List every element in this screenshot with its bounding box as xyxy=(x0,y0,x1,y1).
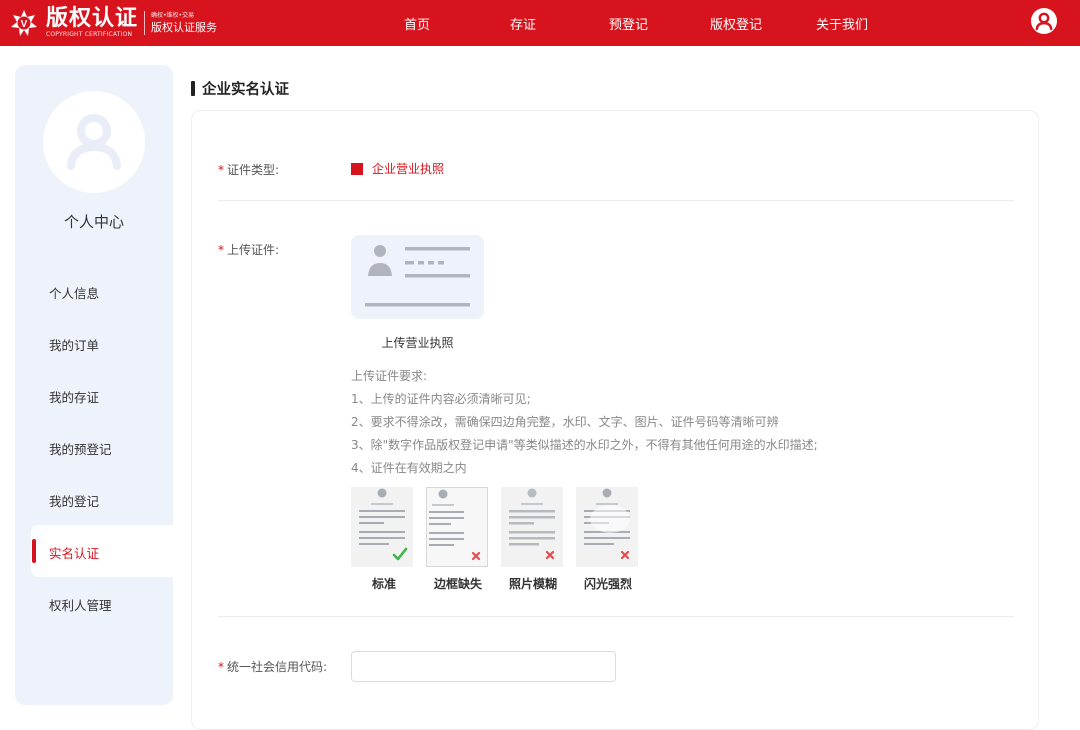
top-navbar: V 版权认证 COPYRIGHT CERTIFICATION 确权•维权•交易 … xyxy=(0,0,1080,46)
nav-evidence[interactable]: 存证 xyxy=(510,14,536,33)
cert-type-label: * 证件类型: xyxy=(218,163,280,177)
requirement-item: 1、上传的证件内容必须清晰可见; xyxy=(351,392,531,406)
sidebar-item-real-name-auth[interactable]: 实名认证 xyxy=(49,543,99,562)
credit-code-input[interactable] xyxy=(351,651,616,682)
sidebar-item-evidence[interactable]: 我的存证 xyxy=(49,387,99,406)
sidebar-active-indicator xyxy=(32,539,36,563)
upload-license-label: 上传营业执照 xyxy=(381,336,454,350)
logo[interactable]: V 版权认证 COPYRIGHT CERTIFICATION 确权•维权•交易 … xyxy=(10,6,217,40)
sidebar-item-registration[interactable]: 我的登记 xyxy=(49,491,99,510)
sidebar-item-pre-registration[interactable]: 我的预登记 xyxy=(49,439,112,458)
sample-label: 照片模糊 xyxy=(509,577,558,591)
id-card-placeholder-icon xyxy=(365,245,470,307)
page-title: 企业实名认证 xyxy=(202,82,289,98)
logo-tagline: 确权•维权•交易 xyxy=(151,12,195,19)
sample-label: 闪光强烈 xyxy=(584,577,633,591)
heading-marker xyxy=(191,81,195,96)
sidebar: 个人中心 个人信息 我的订单 我的存证 我的预登记 我的登记 实名认证 权利人管… xyxy=(15,65,173,705)
nav-pre-registration[interactable]: 预登记 xyxy=(609,14,648,33)
requirements-title: 上传证件要求: xyxy=(351,369,428,383)
sample-missing-border-icon xyxy=(426,487,488,567)
sample-blurry-icon xyxy=(501,487,563,567)
credit-code-label: * 统一社会信用代码: xyxy=(218,660,328,674)
divider xyxy=(218,200,1014,201)
sidebar-item-rights-holders[interactable]: 权利人管理 xyxy=(49,595,112,614)
required-mark: * xyxy=(218,660,224,674)
upload-license-button[interactable] xyxy=(351,235,484,319)
selected-square-icon xyxy=(351,162,363,175)
logo-mark-icon: V xyxy=(10,9,38,37)
sample-standard-icon xyxy=(351,487,413,567)
divider xyxy=(218,616,1014,617)
logo-divider xyxy=(144,11,146,35)
nav-home[interactable]: 首页 xyxy=(404,14,430,33)
required-mark: * xyxy=(218,163,224,177)
user-avatar-icon[interactable] xyxy=(1031,8,1057,34)
cert-type-option[interactable]: 企业营业执照 xyxy=(351,160,444,177)
logo-title: 版权认证 xyxy=(46,5,139,31)
sample-label: 边框缺失 xyxy=(434,577,483,591)
upload-label: * 上传证件: xyxy=(218,243,280,257)
profile-avatar-icon xyxy=(43,91,145,193)
logo-subtitle-en: COPYRIGHT CERTIFICATION xyxy=(46,30,133,38)
sidebar-title: 个人中心 xyxy=(63,213,124,231)
sample-strong-flash-icon xyxy=(576,487,638,567)
sidebar-item-orders[interactable]: 我的订单 xyxy=(49,335,99,354)
required-mark: * xyxy=(218,243,224,257)
svg-text:V: V xyxy=(21,19,28,30)
requirement-item: 3、除"数字作品版权登记申请"等类似描述的水印之外，不得有其他任何用途的水印描述… xyxy=(351,438,818,452)
nav-about-us[interactable]: 关于我们 xyxy=(816,14,868,33)
cert-type-value: 企业营业执照 xyxy=(372,162,445,176)
sidebar-item-personal-info[interactable]: 个人信息 xyxy=(49,283,99,302)
nav-copyright-registration[interactable]: 版权登记 xyxy=(710,14,762,33)
sample-label: 标准 xyxy=(372,577,397,591)
logo-service-name: 版权认证服务 xyxy=(151,21,218,34)
section-heading: 企业实名认证 xyxy=(191,78,289,99)
requirement-item: 2、要求不得涂改，需确保四边角完整，水印、文字、图片、证件号码等清晰可辨 xyxy=(351,415,779,429)
requirement-item: 4、证件在有效期之内 xyxy=(351,461,467,475)
